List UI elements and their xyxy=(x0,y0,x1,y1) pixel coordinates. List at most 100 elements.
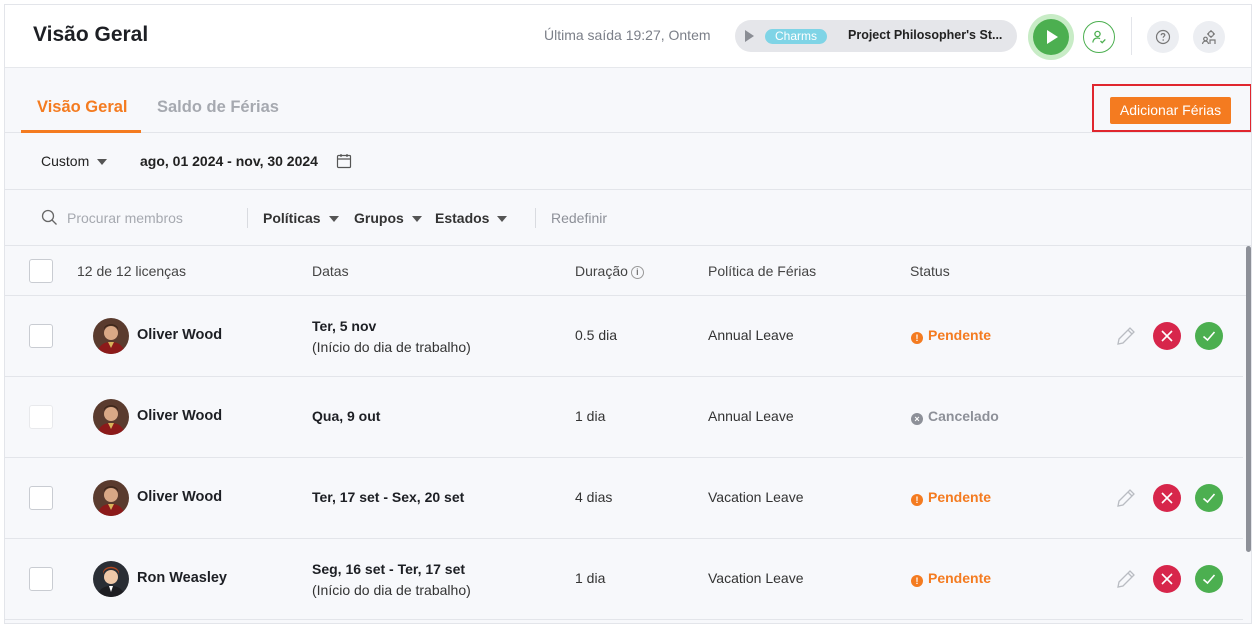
states-filter-label: Estados xyxy=(435,210,490,226)
chevron-down-icon xyxy=(411,216,422,223)
status-badge: ! Pendente xyxy=(911,327,991,344)
team-settings-button[interactable] xyxy=(1193,21,1225,53)
reject-button[interactable] xyxy=(1153,322,1181,350)
leave-count: 12 de 12 licenças xyxy=(77,263,186,279)
member-name[interactable]: Oliver Wood xyxy=(137,327,222,343)
table-row[interactable]: Oliver Wood Qua, 9 out 1 dia Annual Leav… xyxy=(5,377,1243,458)
leave-policy: Annual Leave xyxy=(708,408,794,424)
pending-icon: ! xyxy=(911,332,923,344)
search-members-input[interactable] xyxy=(67,206,237,230)
page-title: Visão Geral xyxy=(33,23,149,46)
approve-button[interactable] xyxy=(1195,322,1223,350)
table-row[interactable]: Oliver Wood Ter, 5 nov (Início do dia de… xyxy=(5,296,1243,377)
member-name[interactable]: Oliver Wood xyxy=(137,408,222,424)
check-icon xyxy=(1202,493,1216,504)
close-icon xyxy=(1161,573,1173,585)
reset-filters-button[interactable]: Redefinir xyxy=(551,210,607,226)
table-row[interactable]: Ron Weasley Seg, 16 set - Ter, 17 set (I… xyxy=(5,539,1243,620)
leave-date-main: Qua, 9 out xyxy=(312,408,381,424)
header-divider xyxy=(1131,17,1132,55)
column-duration-label: Duração xyxy=(575,263,628,279)
avatar xyxy=(93,399,129,435)
row-checkbox[interactable] xyxy=(29,324,53,348)
status-label: Cancelado xyxy=(928,408,999,424)
groups-filter[interactable]: Grupos xyxy=(354,210,422,226)
edit-icon[interactable] xyxy=(1115,568,1137,590)
column-status: Status xyxy=(910,263,950,279)
avatar xyxy=(93,480,129,516)
date-preset-label: Custom xyxy=(41,153,90,169)
status-label: Pendente xyxy=(928,570,992,586)
add-leave-button[interactable]: Adicionar Férias xyxy=(1110,97,1231,124)
leave-dates: Qua, 9 out xyxy=(312,408,380,424)
table-row[interactable]: Oliver Wood Ter, 17 set - Sex, 20 set 4 … xyxy=(5,458,1243,539)
start-timer-button[interactable] xyxy=(1028,14,1074,60)
cancelled-icon: × xyxy=(911,413,923,425)
pending-icon: ! xyxy=(911,494,923,506)
info-icon[interactable]: i xyxy=(630,265,644,279)
leave-dates: Seg, 16 set - Ter, 17 set (Início do dia… xyxy=(312,561,471,598)
member-name[interactable]: Ron Weasley xyxy=(137,570,227,586)
leave-duration: 0.5 dia xyxy=(575,327,618,343)
leave-duration: 4 dias xyxy=(575,489,613,505)
user-check-icon xyxy=(1092,30,1106,44)
leave-date-main: Ter, 17 set - Sex, 20 set xyxy=(312,489,465,505)
leave-duration: 1 dia xyxy=(575,570,606,586)
pending-icon: ! xyxy=(911,575,923,587)
chevron-down-icon xyxy=(497,216,508,223)
help-button[interactable] xyxy=(1147,21,1179,53)
user-check-button[interactable] xyxy=(1083,21,1115,53)
check-icon xyxy=(1202,331,1216,342)
leave-dates: Ter, 17 set - Sex, 20 set xyxy=(312,489,464,505)
project-tag: Charms xyxy=(765,29,828,44)
leave-date-sub: (Início do dia de trabalho) xyxy=(312,339,471,355)
help-icon xyxy=(1155,29,1171,45)
tab-overview[interactable]: Visão Geral xyxy=(37,98,128,117)
select-all-checkbox[interactable] xyxy=(29,259,53,283)
play-icon[interactable] xyxy=(1033,19,1069,55)
approve-button[interactable] xyxy=(1195,484,1223,512)
calendar-icon[interactable] xyxy=(336,153,352,169)
date-range-text[interactable]: ago, 01 2024 - nov, 30 2024 xyxy=(140,153,318,169)
team-settings-icon xyxy=(1201,30,1216,45)
member-name[interactable]: Oliver Wood xyxy=(137,489,222,505)
edit-icon[interactable] xyxy=(1115,487,1137,509)
groups-filter-label: Grupos xyxy=(354,210,404,226)
vertical-scrollbar[interactable] xyxy=(1246,246,1251,552)
leave-date-main: Seg, 16 set - Ter, 17 set xyxy=(312,561,466,577)
leave-duration: 1 dia xyxy=(575,408,606,424)
status-label: Pendente xyxy=(928,327,992,343)
policies-filter[interactable]: Políticas xyxy=(263,210,339,226)
timer-widget[interactable]: Charms Project Philosopher's St... xyxy=(735,20,1017,52)
date-preset-dropdown[interactable]: Custom xyxy=(41,153,108,169)
row-checkbox[interactable] xyxy=(29,486,53,510)
avatar xyxy=(93,318,129,354)
project-name[interactable]: Project Philosopher's St... xyxy=(848,28,1002,42)
reject-button[interactable] xyxy=(1153,565,1181,593)
leave-policy: Annual Leave xyxy=(708,327,794,343)
leave-policy: Vacation Leave xyxy=(708,489,804,505)
close-icon xyxy=(1161,492,1173,504)
column-duration: Duração i xyxy=(575,263,644,279)
row-checkbox xyxy=(29,405,53,429)
play-small-icon[interactable] xyxy=(745,30,754,42)
states-filter[interactable]: Estados xyxy=(435,210,508,226)
search-icon xyxy=(41,209,57,225)
edit-icon[interactable] xyxy=(1115,325,1137,347)
leave-policy: Vacation Leave xyxy=(708,570,804,586)
tab-leave-balance[interactable]: Saldo de Férias xyxy=(157,98,279,117)
policies-filter-label: Políticas xyxy=(263,210,321,226)
tabs-bar: Visão Geral Saldo de Férias Adicionar Fé… xyxy=(5,68,1251,133)
reject-button[interactable] xyxy=(1153,484,1181,512)
column-policy: Política de Férias xyxy=(708,263,817,279)
chevron-down-icon xyxy=(328,216,339,223)
approve-button[interactable] xyxy=(1195,565,1223,593)
top-header: Visão Geral Última saída 19:27, Ontem Ch… xyxy=(5,5,1251,68)
leave-date-sub: (Início do dia de trabalho) xyxy=(312,582,471,598)
status-label: Pendente xyxy=(928,489,992,505)
app-frame: Visão Geral Última saída 19:27, Ontem Ch… xyxy=(4,4,1252,624)
status-badge: × Cancelado xyxy=(911,408,999,425)
status-badge: ! Pendente xyxy=(911,570,991,587)
filter-bar: Políticas Grupos Estados Redefinir xyxy=(5,190,1251,246)
row-checkbox[interactable] xyxy=(29,567,53,591)
